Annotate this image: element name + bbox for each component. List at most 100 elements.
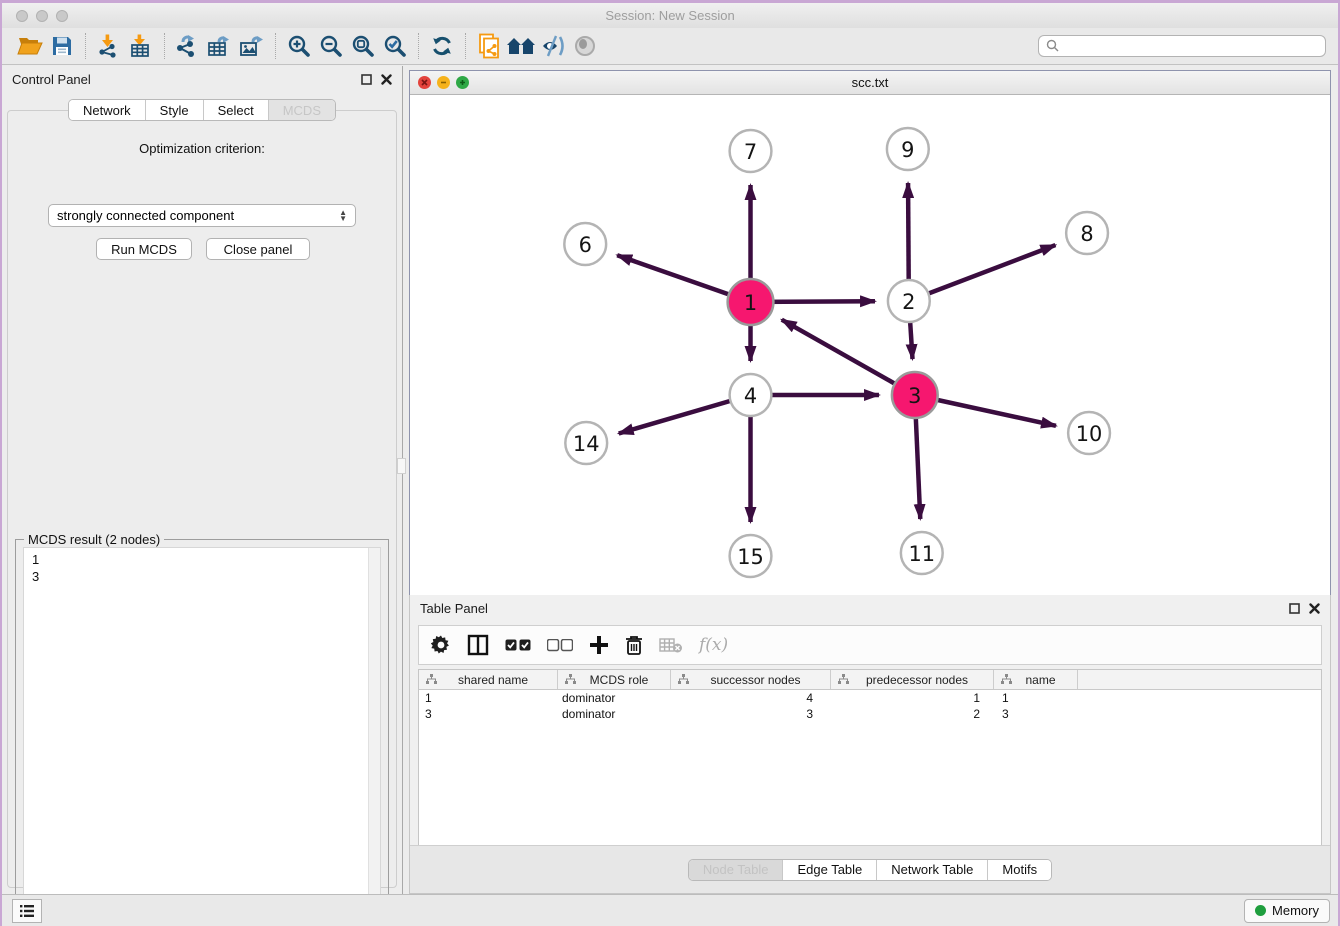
close-table-panel-icon[interactable] bbox=[1309, 603, 1320, 614]
table-cell[interactable]: 1 bbox=[831, 691, 994, 705]
column-header-MCDS-role[interactable]: MCDS role bbox=[558, 670, 671, 689]
graph-node-label: 11 bbox=[908, 542, 935, 566]
table-row[interactable]: 1dominator411 bbox=[419, 690, 1321, 706]
main-toolbar bbox=[2, 28, 1338, 65]
run-mcds-button[interactable]: Run MCDS bbox=[96, 238, 192, 260]
select-all-checked-icon[interactable] bbox=[505, 639, 531, 652]
graph-node-label: 3 bbox=[908, 384, 921, 408]
table-tabs-strip: Node TableEdge TableNetwork TableMotifs bbox=[410, 845, 1330, 893]
zoom-in-icon[interactable] bbox=[283, 32, 315, 60]
first-neighbors-icon[interactable] bbox=[505, 32, 537, 60]
column-header-predecessor-nodes[interactable]: predecessor nodes bbox=[831, 670, 994, 689]
table-cell[interactable]: 2 bbox=[831, 707, 994, 721]
network-graph-canvas[interactable]: 7968124314101511 bbox=[410, 95, 1330, 595]
open-file-icon[interactable] bbox=[14, 32, 46, 60]
search-icon bbox=[1045, 38, 1061, 54]
graph-node-label: 8 bbox=[1080, 222, 1093, 246]
float-panel-icon[interactable] bbox=[361, 74, 372, 85]
memory-button[interactable]: Memory bbox=[1244, 899, 1330, 923]
search-box[interactable] bbox=[1038, 35, 1326, 57]
table-cell[interactable]: 4 bbox=[671, 691, 831, 705]
control-panel-tabs: Network Style Select MCDS bbox=[2, 99, 402, 121]
toolbar-separator bbox=[85, 33, 86, 59]
memory-status-icon bbox=[1255, 905, 1266, 916]
save-session-icon[interactable] bbox=[46, 32, 78, 60]
mcds-result-group: MCDS result (2 nodes) 1 3 bbox=[15, 539, 389, 920]
toolbar-separator bbox=[465, 33, 466, 59]
mcds-result-title: MCDS result (2 nodes) bbox=[24, 532, 164, 547]
tab-edge-table[interactable]: Edge Table bbox=[782, 860, 876, 880]
delete-column-icon[interactable] bbox=[625, 635, 643, 656]
close-panel-button[interactable]: Close panel bbox=[206, 238, 310, 260]
delete-table-icon[interactable] bbox=[659, 636, 683, 654]
graph-node-label: 14 bbox=[573, 432, 600, 456]
node-table[interactable]: shared nameMCDS rolesuccessor nodesprede… bbox=[418, 669, 1322, 847]
column-header-name[interactable]: name bbox=[994, 670, 1078, 689]
table-row[interactable]: 3dominator323 bbox=[419, 706, 1321, 722]
import-table-icon[interactable] bbox=[125, 32, 157, 60]
table-panel: Table Panel f(x) sh bbox=[409, 595, 1331, 894]
table-cell[interactable]: 3 bbox=[419, 707, 558, 721]
show-all-icon[interactable] bbox=[569, 32, 601, 60]
tab-motifs[interactable]: Motifs bbox=[987, 860, 1051, 880]
graph-node-label: 6 bbox=[579, 233, 592, 257]
table-cell[interactable]: dominator bbox=[558, 691, 671, 705]
deselect-all-icon[interactable] bbox=[547, 639, 573, 652]
application-window: Session: New Session bbox=[0, 0, 1340, 926]
control-panel-title: Control Panel bbox=[12, 72, 91, 87]
network-window-title: scc.txt bbox=[410, 75, 1330, 90]
columns-icon[interactable] bbox=[467, 634, 489, 656]
search-input[interactable] bbox=[1061, 39, 1325, 53]
dropdown-stepper-icon: ▲▼ bbox=[339, 210, 347, 222]
refresh-view-icon[interactable] bbox=[426, 32, 458, 60]
import-network-icon[interactable] bbox=[93, 32, 125, 60]
tab-network[interactable]: Network bbox=[69, 100, 145, 120]
zoom-fit-icon[interactable] bbox=[347, 32, 379, 60]
function-builder-icon[interactable]: f(x) bbox=[699, 635, 728, 655]
mcds-panel-body: Optimization criterion: strongly connect… bbox=[7, 110, 397, 888]
column-header-shared-name[interactable]: shared name bbox=[419, 670, 558, 689]
tab-node-table[interactable]: Node Table bbox=[689, 860, 783, 880]
close-panel-icon[interactable] bbox=[381, 74, 392, 85]
zoom-out-icon[interactable] bbox=[315, 32, 347, 60]
tab-mcds[interactable]: MCDS bbox=[268, 100, 335, 120]
hide-selected-icon[interactable] bbox=[537, 32, 569, 60]
mcds-result-lines: 1 3 bbox=[24, 548, 380, 585]
toolbar-separator bbox=[418, 33, 419, 59]
table-cell[interactable]: dominator bbox=[558, 707, 671, 721]
mcds-result-box[interactable]: 1 3 bbox=[23, 547, 381, 912]
export-image-icon[interactable] bbox=[236, 32, 268, 60]
graph-node-label: 15 bbox=[737, 545, 764, 569]
table-cell[interactable]: 3 bbox=[671, 707, 831, 721]
memory-label: Memory bbox=[1272, 903, 1319, 918]
table-cell[interactable]: 1 bbox=[994, 691, 1078, 705]
graph-node-label: 9 bbox=[901, 138, 914, 162]
toolbar-separator bbox=[275, 33, 276, 59]
table-cell[interactable]: 1 bbox=[419, 691, 558, 705]
tab-network-table[interactable]: Network Table bbox=[876, 860, 987, 880]
network-view-window: scc.txt 7968124314101511 bbox=[409, 70, 1331, 596]
float-table-panel-icon[interactable] bbox=[1289, 603, 1300, 614]
tab-style[interactable]: Style bbox=[145, 100, 203, 120]
splitter-grip[interactable] bbox=[397, 458, 406, 474]
export-network-icon[interactable] bbox=[172, 32, 204, 60]
zoom-selected-icon[interactable] bbox=[379, 32, 411, 60]
criterion-dropdown[interactable]: strongly connected component ▲▼ bbox=[48, 204, 356, 227]
add-column-icon[interactable] bbox=[589, 635, 609, 655]
gear-icon[interactable] bbox=[431, 635, 451, 655]
network-window-titlebar[interactable]: scc.txt bbox=[410, 71, 1330, 95]
result-scrollbar[interactable] bbox=[368, 548, 380, 911]
criterion-value: strongly connected component bbox=[57, 208, 234, 223]
table-cell[interactable]: 3 bbox=[994, 707, 1078, 721]
toolbar-separator bbox=[164, 33, 165, 59]
column-header-successor-nodes[interactable]: successor nodes bbox=[671, 670, 831, 689]
export-table-icon[interactable] bbox=[204, 32, 236, 60]
node-table-header: shared nameMCDS rolesuccessor nodesprede… bbox=[419, 670, 1321, 690]
edge-2-8[interactable] bbox=[909, 245, 1056, 301]
clone-network-icon[interactable] bbox=[473, 32, 505, 60]
graph-node-label: 10 bbox=[1076, 422, 1103, 446]
table-toolbar: f(x) bbox=[418, 625, 1322, 665]
tab-select[interactable]: Select bbox=[203, 100, 268, 120]
control-panel: Control Panel Network Style Select MCDS … bbox=[2, 66, 403, 894]
task-history-button[interactable] bbox=[12, 899, 42, 923]
